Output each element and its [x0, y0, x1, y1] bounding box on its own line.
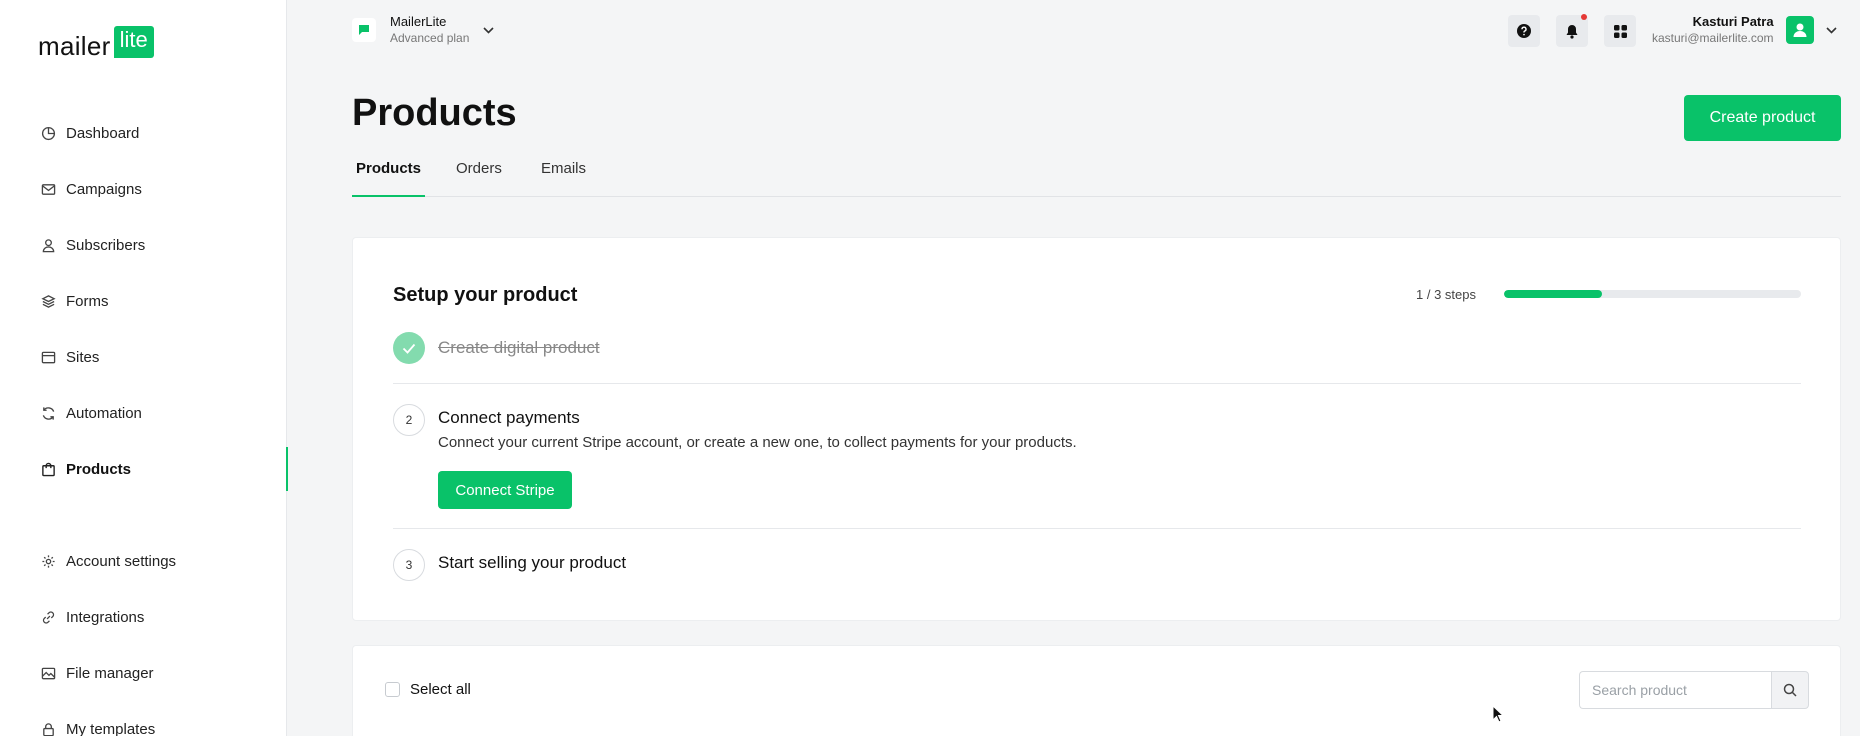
create-product-button[interactable]: Create product — [1684, 95, 1841, 141]
bell-icon — [1566, 24, 1578, 39]
account-name: MailerLite — [390, 14, 447, 29]
mail-icon — [40, 181, 56, 197]
search-icon — [1783, 683, 1797, 697]
user-name: Kasturi Patra — [1692, 14, 1774, 29]
apps-button[interactable] — [1604, 15, 1636, 47]
select-all-checkbox[interactable]: Select all — [385, 681, 471, 698]
search-button[interactable] — [1771, 671, 1809, 709]
bag-icon — [40, 461, 56, 477]
top-icons — [1508, 14, 1636, 47]
avatar — [1785, 16, 1814, 44]
progress-fill — [1504, 290, 1602, 298]
step-2-title: Connect payments — [438, 408, 580, 427]
tab-emails[interactable]: Emails — [541, 160, 586, 197]
sidebar-item-label: Products — [66, 460, 132, 478]
account-switcher[interactable]: MailerLite Advanced plan — [352, 14, 494, 46]
sidebar-item-account-settings[interactable]: Account settings — [0, 539, 287, 583]
sidebar-item-integrations[interactable]: Integrations — [0, 595, 287, 639]
logo-badge: lite — [113, 26, 154, 58]
chevron-down-icon — [1825, 23, 1837, 37]
sidebar-item-file-manager[interactable]: File manager — [0, 651, 287, 695]
sidebar-item-label: File manager — [66, 664, 154, 682]
sidebar-item-label: Dashboard — [66, 124, 140, 142]
select-all-label: Select all — [410, 681, 471, 698]
setup-title: Setup your product — [393, 284, 578, 306]
user-avatar-icon — [1793, 23, 1807, 37]
sidebar-item-subscribers[interactable]: Subscribers — [0, 223, 287, 267]
tab-orders[interactable]: Orders — [456, 160, 502, 197]
sidebar-item-products[interactable]: Products — [0, 447, 288, 491]
clock-icon — [40, 125, 56, 141]
tab-products[interactable]: Products — [352, 160, 426, 197]
user-menu[interactable]: Kasturi Patra kasturi@mailerlite.com — [1652, 14, 1837, 46]
sidebar-item-label: Automation — [66, 404, 142, 422]
refresh-icon — [40, 405, 56, 421]
account-info: MailerLite Advanced plan — [390, 14, 469, 46]
logo-text: mailer — [38, 30, 111, 61]
help-icon — [1517, 24, 1531, 38]
steps-counter: 1 / 3 steps — [1416, 287, 1476, 302]
gear-icon — [40, 553, 56, 569]
step-complete-check-icon — [393, 332, 425, 364]
divider — [393, 528, 1801, 529]
sidebar-item-forms[interactable]: Forms — [0, 279, 287, 323]
step-3-title: Start selling your product — [438, 553, 627, 572]
step-1-label: Create digital product — [438, 338, 600, 357]
apps-grid-icon — [1613, 24, 1627, 38]
sidebar-item-campaigns[interactable]: Campaigns — [0, 167, 287, 211]
user-email: kasturi@mailerlite.com — [1652, 31, 1774, 45]
sidebar-item-label: Forms — [66, 292, 109, 310]
chevron-down-icon — [483, 23, 494, 37]
product-list-card: Select all — [352, 645, 1841, 736]
mouse-cursor-icon — [1492, 705, 1504, 723]
flag-icon — [352, 18, 376, 42]
notification-dot — [1581, 14, 1587, 20]
page-title: Products — [352, 92, 517, 134]
account-plan: Advanced plan — [390, 31, 470, 45]
image-icon — [40, 665, 56, 681]
link-icon — [40, 609, 56, 625]
lock-icon — [40, 721, 56, 736]
setup-progress-bar — [1504, 290, 1801, 298]
product-search — [1579, 671, 1809, 709]
divider — [393, 383, 1801, 384]
search-input[interactable] — [1579, 671, 1771, 709]
sidebar-item-label: My templates — [66, 720, 156, 736]
step-2-description: Connect your current Stripe account, or … — [438, 434, 1077, 451]
notifications-button[interactable] — [1556, 14, 1588, 47]
mailerlite-logo[interactable]: mailer lite — [38, 26, 154, 62]
sidebar-item-label: Account settings — [66, 552, 177, 570]
sidebar-item-label: Campaigns — [66, 180, 142, 198]
sidebar-item-my-templates[interactable]: My templates — [0, 707, 287, 736]
connect-stripe-button[interactable]: Connect Stripe — [438, 471, 572, 509]
tab-bar: Products Orders Emails — [352, 156, 1841, 197]
step-2-number: 2 — [393, 404, 425, 436]
help-button[interactable] — [1508, 15, 1540, 47]
sidebar-item-label: Integrations — [66, 608, 145, 626]
step-3-number: 3 — [393, 549, 425, 581]
setup-card: Setup your product 1 / 3 steps Create di… — [352, 237, 1841, 621]
user-info: Kasturi Patra kasturi@mailerlite.com — [1652, 14, 1774, 46]
checkbox[interactable] — [385, 682, 400, 697]
sidebar-item-automation[interactable]: Automation — [0, 391, 287, 435]
sidebar: mailer lite Dashboard Campaigns Subscrib… — [0, 0, 288, 736]
sidebar-item-label: Sites — [66, 348, 100, 366]
layers-icon — [40, 293, 56, 309]
browser-icon — [40, 349, 56, 365]
user-icon — [40, 237, 56, 253]
sidebar-item-dashboard[interactable]: Dashboard — [0, 111, 287, 155]
sidebar-item-sites[interactable]: Sites — [0, 335, 287, 379]
sidebar-item-label: Subscribers — [66, 236, 146, 254]
